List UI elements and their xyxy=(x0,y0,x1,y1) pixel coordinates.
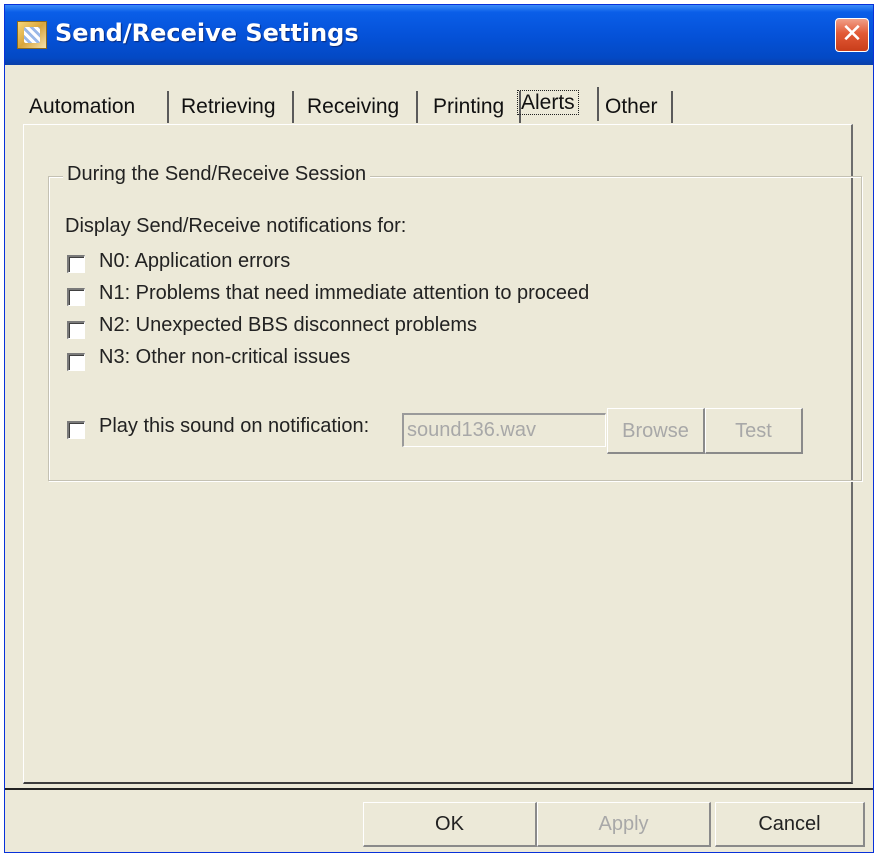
checkbox-n1-label[interactable]: N1: Problems that need immediate attenti… xyxy=(99,282,589,305)
ok-button[interactable]: OK xyxy=(363,802,537,847)
alerts-tab-page: During the Send/Receive Session Display … xyxy=(23,124,862,784)
session-groupbox: During the Send/Receive Session Display … xyxy=(48,163,862,481)
groupbox-label: During the Send/Receive Session xyxy=(63,163,371,186)
play-sound-label[interactable]: Play this sound on notification: xyxy=(99,415,369,438)
sound-file-input[interactable]: sound136.wav xyxy=(402,413,606,447)
tab-automation[interactable]: Automation xyxy=(25,91,169,123)
checkbox-n0-label[interactable]: N0: Application errors xyxy=(99,250,290,273)
notifications-heading: Display Send/Receive notifications for: xyxy=(65,215,407,237)
title-bar[interactable]: Send/Receive Settings ✕ xyxy=(5,5,873,65)
window-title: Send/Receive Settings xyxy=(55,19,359,47)
checkbox-n1[interactable] xyxy=(67,288,85,306)
close-icon[interactable]: ✕ xyxy=(835,18,869,52)
checkbox-n3[interactable] xyxy=(67,353,85,371)
checkbox-n2[interactable] xyxy=(67,321,85,339)
tab-receiving[interactable]: Receiving xyxy=(303,91,418,123)
checkbox-n3-label[interactable]: N3: Other non-critical issues xyxy=(99,346,350,369)
browse-button[interactable]: Browse xyxy=(607,408,705,454)
app-icon xyxy=(17,21,47,49)
checkbox-play-sound[interactable] xyxy=(67,421,85,439)
checkbox-n2-label[interactable]: N2: Unexpected BBS disconnect problems xyxy=(99,314,477,337)
test-button[interactable]: Test xyxy=(705,408,803,454)
tab-alerts-label: Alerts xyxy=(517,90,579,115)
tab-alerts[interactable]: Alerts xyxy=(513,87,599,121)
tab-retrieving[interactable]: Retrieving xyxy=(177,91,294,123)
dialog-window: Send/Receive Settings ✕ Automation Retri… xyxy=(4,4,874,853)
cancel-button[interactable]: Cancel xyxy=(715,802,865,847)
tab-printing[interactable]: Printing xyxy=(429,91,521,123)
checkbox-n0[interactable] xyxy=(67,255,85,273)
tab-other[interactable]: Other xyxy=(601,91,673,123)
apply-button[interactable]: Apply xyxy=(537,802,711,847)
footer-separator xyxy=(5,788,873,790)
